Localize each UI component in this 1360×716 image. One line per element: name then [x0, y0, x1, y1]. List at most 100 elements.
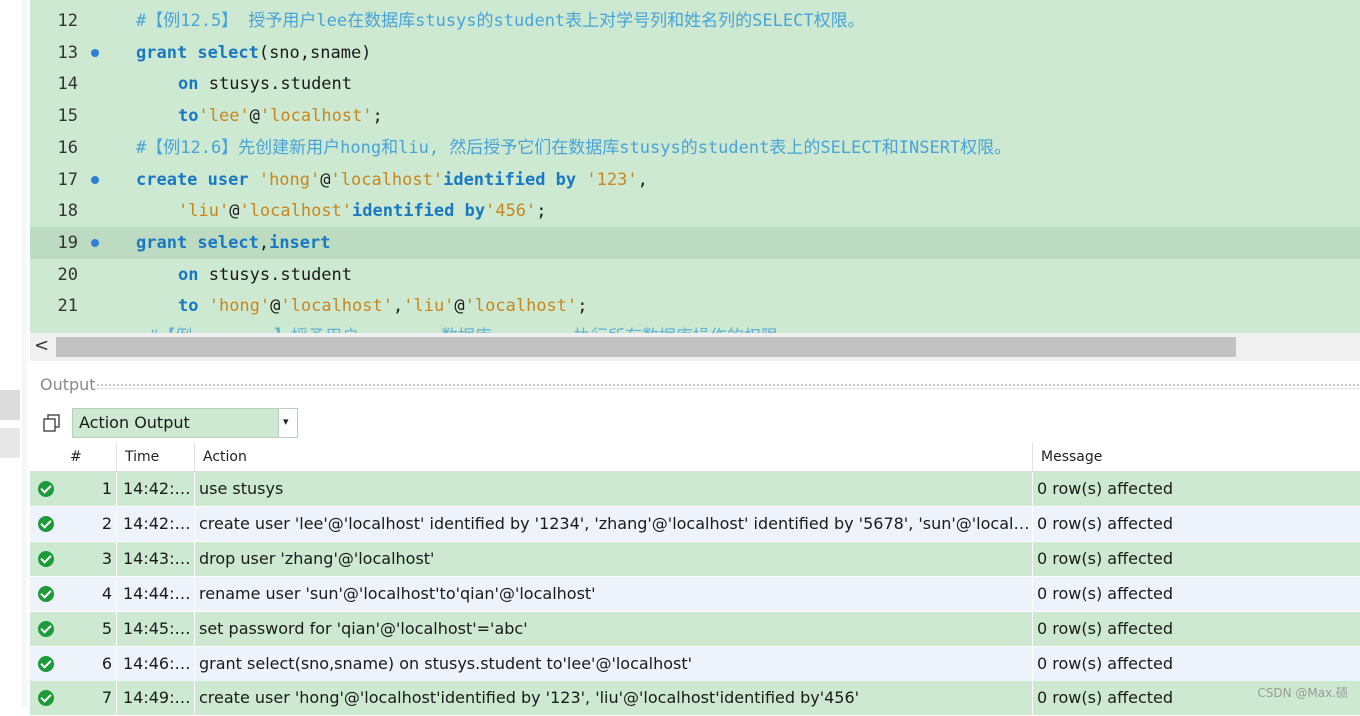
code-token: ,	[637, 169, 648, 190]
output-type-select[interactable]: Action Output ▾	[72, 408, 298, 438]
row-time: 14:42:03	[116, 506, 194, 542]
code-token: @	[454, 296, 465, 317]
copy-icon[interactable]	[42, 413, 62, 433]
code-token: ;	[536, 201, 547, 222]
line-number: 12	[57, 11, 78, 31]
code-token: 'liu'	[178, 201, 230, 222]
code-token: ;	[577, 296, 588, 317]
status-cell	[30, 647, 62, 682]
side-tab[interactable]	[0, 390, 20, 420]
code-text: 'liu'@'localhost'identified by'456';	[178, 195, 547, 227]
row-message: 0 row(s) affected	[1032, 541, 1360, 577]
table-row[interactable]: 2 14:42:03 create user 'lee'@'localhost' i…	[30, 506, 1360, 542]
row-number: 5	[101, 618, 112, 638]
line-number: 18	[57, 201, 78, 222]
editor-line[interactable]: 18 'liu'@'localhost'identified by'456';	[30, 195, 1360, 227]
row-time: 14:46:31	[116, 646, 194, 682]
side-tab[interactable]	[0, 428, 20, 458]
table-row[interactable]: 3 14:43:24 drop user 'zhang'@'localhost' 0 …	[30, 541, 1360, 577]
partial-code-line: #【例 】授予用户 数据库 执行所有数据库操作的权限	[148, 322, 778, 333]
status-cell	[30, 472, 62, 507]
row-number: 4	[101, 583, 112, 603]
chevron-down-icon: ▾	[283, 415, 289, 428]
table-row[interactable]: 6 14:46:31 grant select(sno,sname) on stus…	[30, 646, 1360, 682]
table-row[interactable]: 4 14:44:30 rename user 'sun'@'localhost'to…	[30, 576, 1360, 612]
line-number: 16	[57, 137, 78, 158]
editor-line[interactable]: 13 grant select(sno,sname)	[30, 37, 1360, 69]
scroll-left-icon[interactable]: <	[34, 335, 49, 356]
code-text: on stusys.student	[178, 259, 352, 291]
line-number: 13	[57, 42, 78, 63]
row-number: 3	[101, 548, 112, 568]
status-cell	[30, 681, 62, 716]
column-header-num[interactable]: #	[62, 443, 116, 471]
editor-line[interactable]: 12 #【例12.5】 授予用户lee在数据库stusys的student表上对学…	[30, 5, 1360, 37]
success-check-icon	[38, 550, 54, 567]
code-token: 'localhost'	[259, 106, 373, 127]
row-message: 0 row(s) affected	[1032, 472, 1360, 507]
code-token: create user	[136, 169, 259, 190]
output-type-value: Action Output	[79, 413, 190, 432]
row-time: 14:49:12	[116, 681, 194, 716]
column-header-time[interactable]: Time	[116, 443, 194, 471]
scrollbar-thumb[interactable]	[56, 337, 1236, 357]
table-row[interactable]: 7 14:49:12 create user 'hong'@'localhost'i…	[30, 681, 1360, 716]
table-row[interactable]: 1 14:42:03 use stusys 0 row(s) affected	[30, 472, 1360, 507]
code-text: create user 'hong'@'localhost'identified…	[136, 164, 648, 196]
editor-line[interactable]: 17 create user 'hong'@'localhost'identifi…	[30, 164, 1360, 196]
code-token: @	[229, 201, 240, 222]
column-header-action[interactable]: Action	[194, 443, 1032, 471]
code-token: 'localhost'	[464, 296, 578, 317]
sql-editor[interactable]: 12 #【例12.5】 授予用户lee在数据库stusys的student表上对学…	[30, 0, 1360, 333]
editor-line[interactable]: 19 grant select,insert	[30, 226, 1360, 259]
line-number: 19	[57, 232, 78, 253]
code-token: (sno,sname)	[258, 42, 372, 63]
row-action: set password for 'qian'@'localhost'='abc…	[194, 611, 1032, 647]
table-row[interactable]: 5 14:45:06 set password for 'qian'@'localh…	[30, 611, 1360, 647]
code-token: 'liu'	[403, 296, 455, 317]
row-time: 14:42:03	[116, 472, 194, 507]
row-time: 14:44:30	[116, 576, 194, 612]
code-token: on	[178, 264, 199, 285]
row-message: 0 row(s) affected	[1032, 646, 1360, 682]
editor-line[interactable]: 21 to 'hong'@'localhost','liu'@'localhost…	[30, 290, 1360, 322]
editor-line[interactable]: 20 on stusys.student	[30, 259, 1360, 291]
code-token: to	[178, 296, 209, 317]
code-token: @	[249, 106, 260, 127]
code-token: on	[178, 74, 199, 95]
code-token: grant select	[136, 42, 259, 63]
code-token: identified by	[352, 201, 486, 222]
output-toolbar: Action Output ▾	[30, 404, 1360, 442]
editor-line[interactable]: 15 to'lee'@'localhost';	[30, 100, 1360, 132]
code-token: @	[270, 296, 281, 317]
horizontal-scrollbar[interactable]: <	[30, 333, 1360, 361]
code-token: ,	[258, 232, 270, 253]
code-token: identified by	[443, 169, 587, 190]
breakpoint-dot-icon[interactable]	[91, 48, 99, 57]
success-check-icon	[38, 655, 54, 672]
line-number: 17	[57, 169, 78, 190]
watermark: CSDN @Max.硕	[1257, 686, 1348, 700]
code-text: #【例12.6】先创建新用户hong和liu, 然后授予它们在数据库stusys…	[136, 132, 1011, 164]
panel-drag-handle[interactable]	[96, 383, 1360, 389]
row-action: rename user 'sun'@'localhost'to'qian'@'l…	[194, 576, 1032, 612]
breakpoint-dot-icon[interactable]	[91, 238, 99, 247]
code-token: 'hong'	[208, 296, 271, 317]
editor-line[interactable]: 14 on stusys.student	[30, 68, 1360, 100]
line-number: 20	[57, 264, 78, 285]
dropdown-button[interactable]: ▾	[278, 409, 297, 437]
column-header-message[interactable]: Message	[1032, 443, 1360, 471]
row-action: drop user 'zhang'@'localhost'	[194, 541, 1032, 577]
line-number: 21	[57, 296, 78, 317]
breakpoint-dot-icon[interactable]	[91, 175, 99, 184]
code-token: @	[320, 169, 331, 190]
code-token: 'hong'	[258, 169, 321, 190]
status-cell	[30, 507, 62, 542]
action-output-table: # Time Action Message 1 14:42:03 use stusy…	[30, 443, 1360, 716]
row-message: 0 row(s) affected	[1032, 506, 1360, 542]
success-check-icon	[38, 481, 54, 497]
editor-line[interactable]: 16 #【例12.6】先创建新用户hong和liu, 然后授予它们在数据库stus…	[30, 132, 1360, 164]
status-cell	[30, 542, 62, 577]
line-number: 14	[57, 74, 78, 95]
left-divider	[22, 0, 30, 707]
